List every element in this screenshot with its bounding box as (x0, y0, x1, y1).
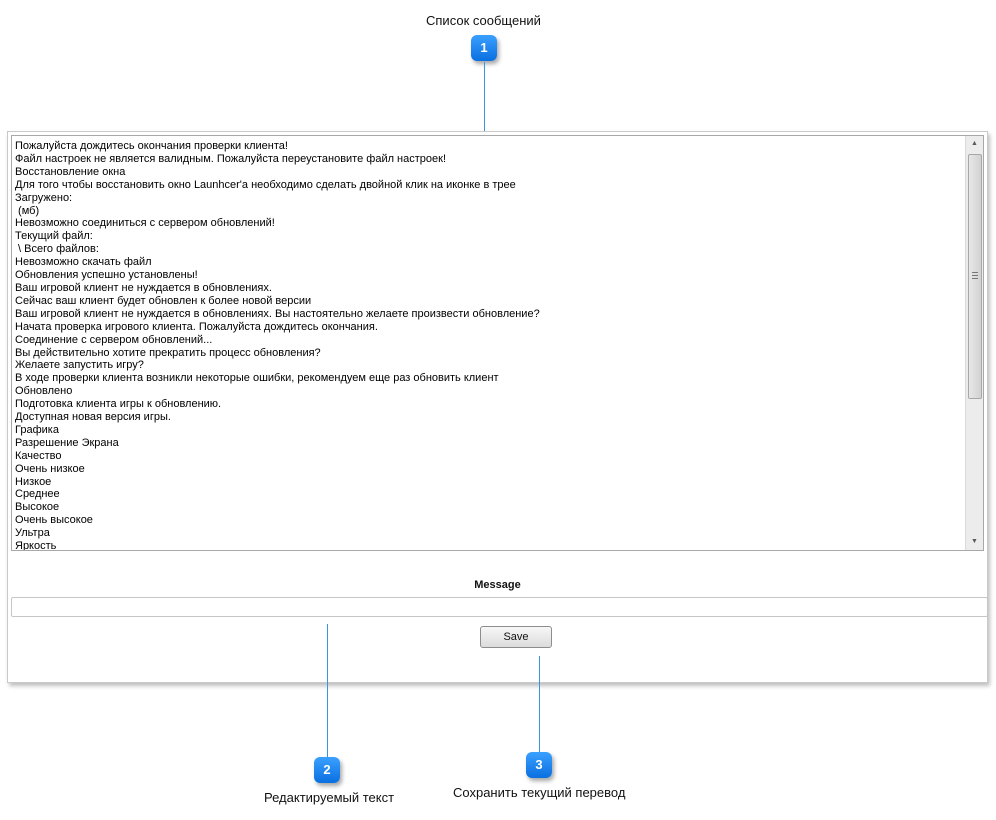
list-item[interactable]: Обновлено (15, 385, 963, 398)
list-item[interactable]: В ходе проверки клиента возникли некотор… (15, 372, 963, 385)
list-item[interactable]: Качество (15, 450, 963, 463)
list-item[interactable]: Пожалуйста дождитесь окончания проверки … (15, 140, 963, 153)
list-item[interactable]: Высокое (15, 501, 963, 514)
list-item[interactable]: Доступная новая версия игры. (15, 411, 963, 424)
message-label: Message (474, 579, 521, 591)
list-item[interactable]: Ваш игровой клиент не нуждается в обновл… (15, 308, 963, 321)
list-item[interactable]: Восстановление окна (15, 166, 963, 179)
list-item[interactable]: Сейчас ваш клиент будет обновлен к более… (15, 295, 963, 308)
save-button[interactable]: Save (480, 626, 552, 648)
scrollbar-grip-line (972, 272, 978, 273)
list-item[interactable]: Текущий файл: (15, 230, 963, 243)
scrollbar-grip-line (972, 278, 978, 279)
message-input[interactable] (11, 597, 988, 617)
callout-1-badge: 1 (471, 35, 497, 61)
callout-1-line (484, 62, 485, 131)
list-item[interactable]: Невозможно соединиться с сервером обновл… (15, 217, 963, 230)
list-item[interactable]: Среднее (15, 488, 963, 501)
list-item[interactable]: Для того чтобы восстановить окно Launhce… (15, 179, 963, 192)
callout-3-badge: 3 (526, 752, 552, 778)
translation-panel: Пожалуйста дождитесь окончания проверки … (7, 131, 988, 683)
list-item[interactable]: Загружено: (15, 192, 963, 205)
callout-1-label: Список сообщений (426, 13, 541, 28)
list-item[interactable]: Начата проверка игрового клиента. Пожалу… (15, 321, 963, 334)
list-item[interactable]: \ Всего файлов: (15, 243, 963, 256)
list-item[interactable]: Низкое (15, 476, 963, 489)
list-item[interactable]: Графика (15, 424, 963, 437)
list-item[interactable]: Очень высокое (15, 514, 963, 527)
list-item[interactable]: Обновления успешно установлены! (15, 269, 963, 282)
list-item[interactable]: Ваш игровой клиент не нуждается в обновл… (15, 282, 963, 295)
callout-2-badge: 2 (314, 757, 340, 783)
scrollbar-thumb[interactable] (968, 154, 982, 399)
messages-list-content: Пожалуйста дождитесь окончания проверки … (15, 140, 963, 550)
scroll-down-arrow-icon[interactable]: ▼ (966, 534, 983, 550)
list-item[interactable]: Файл настроек не является валидным. Пожа… (15, 153, 963, 166)
callout-3-line (539, 656, 540, 752)
messages-scrollbar[interactable]: ▲ ▼ (965, 136, 983, 550)
list-item[interactable]: Подготовка клиента игры к обновлению. (15, 398, 963, 411)
list-item[interactable]: Соединение с сервером обновлений... (15, 334, 963, 347)
list-item[interactable]: Разрешение Экрана (15, 437, 963, 450)
list-item[interactable]: Желаете запустить игру? (15, 359, 963, 372)
list-item[interactable]: Очень низкое (15, 463, 963, 476)
scrollbar-grip-line (972, 275, 978, 276)
callout-2-label: Редактируемый текст (264, 790, 395, 805)
callout-3-label: Сохранить текущий перевод (453, 785, 626, 800)
list-item[interactable]: Вы действительно хотите прекратить проце… (15, 347, 963, 360)
list-item[interactable]: Невозможно скачать файл (15, 256, 963, 269)
list-item[interactable]: (мб) (15, 205, 963, 218)
messages-list[interactable]: Пожалуйста дождитесь окончания проверки … (11, 135, 984, 551)
callout-2-line (327, 624, 328, 757)
list-item[interactable]: Яркость (15, 540, 963, 550)
scroll-up-arrow-icon[interactable]: ▲ (966, 136, 983, 152)
list-item[interactable]: Ультра (15, 527, 963, 540)
